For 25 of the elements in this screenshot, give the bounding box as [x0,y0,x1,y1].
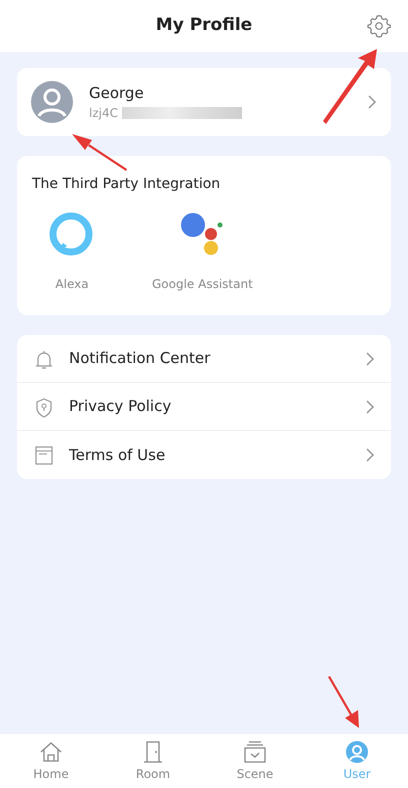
section-title: The Third Party Integration [32,175,222,194]
annotation-arrow [72,134,127,171]
chevron-icon [365,448,375,462]
chevron-icon [365,400,375,414]
account-id: lzj4C [89,105,118,122]
menu-item[interactable]: Notification Center [17,335,391,383]
chevron-icon [365,352,375,366]
tab-button[interactable]: Scene [204,734,306,788]
chevron-icon [367,95,377,109]
home-icon [38,740,64,764]
profile-card[interactable]: George lzj4C [17,68,391,136]
user-name: George [89,82,145,104]
avatar-icon [31,81,73,123]
user-icon [344,740,370,764]
menu-item[interactable]: Privacy Policy [17,383,391,431]
page-title: My Profile [156,14,252,38]
calendar-check-icon [242,740,268,764]
settings-icon[interactable] [366,13,392,39]
tab-button[interactable]: Room [102,734,204,788]
annotation-arrow [328,676,359,728]
menu-item[interactable]: Terms of Use [17,431,391,479]
tab-button[interactable]: Home [0,734,102,788]
service-label: Alexa [55,276,89,293]
document-icon [33,444,55,466]
service-label: Google Assistant [152,276,253,293]
